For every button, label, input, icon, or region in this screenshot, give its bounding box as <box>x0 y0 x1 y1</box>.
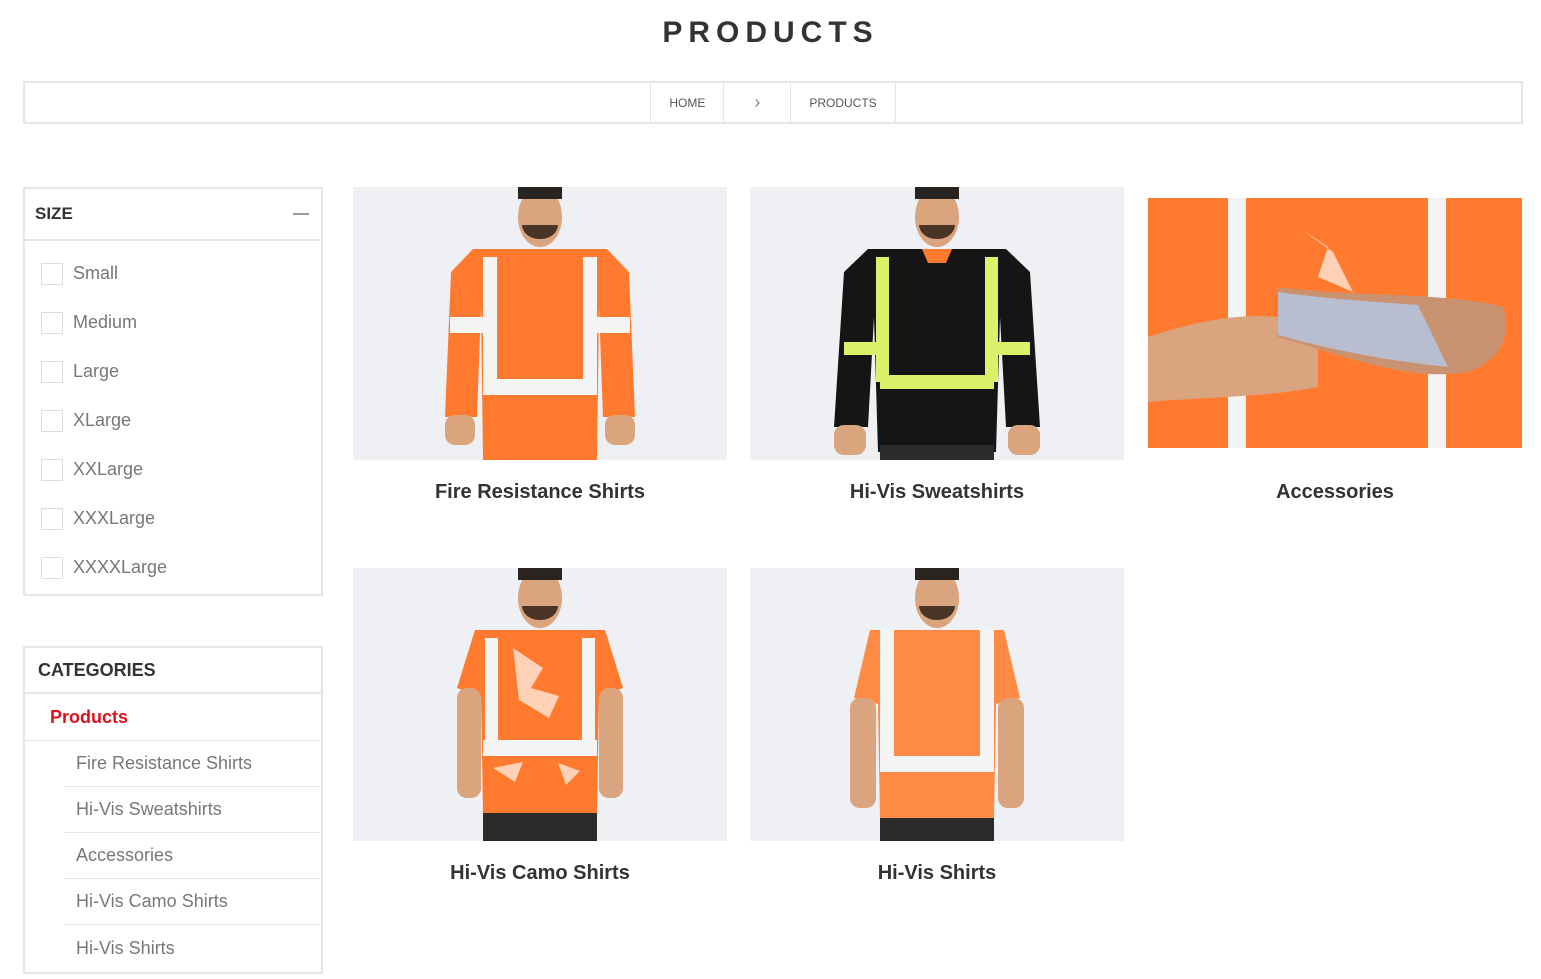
product-image[interactable] <box>750 568 1124 841</box>
size-option-medium[interactable]: Medium <box>25 298 321 347</box>
page-title: PRODUCTS <box>662 16 879 49</box>
product-card-hi-vis-camo-shirts[interactable]: Hi-Vis Camo Shirts <box>353 568 727 884</box>
orange-long-sleeve-shirt-icon <box>353 187 727 460</box>
size-option-xxlarge[interactable]: XXLarge <box>25 445 321 494</box>
size-option-label: XXXXLarge <box>73 557 168 577</box>
size-option-xxxxlarge[interactable]: XXXXLarge <box>25 543 321 592</box>
size-filter-heading: SIZE <box>35 204 73 223</box>
category-item-fire-resistance-shirts[interactable]: Fire Resistance Shirts <box>64 741 321 787</box>
size-filter-panel: SIZE Small Medium Large XLarge XXLarge X… <box>23 187 323 596</box>
size-checkbox[interactable] <box>41 262 63 285</box>
orange-camo-shirt-icon <box>353 568 727 841</box>
size-option-label: Small <box>73 263 119 283</box>
category-sublist: Fire Resistance Shirts Hi-Vis Sweatshirt… <box>64 741 321 971</box>
size-option-small[interactable]: Small <box>25 249 321 298</box>
size-option-label: XXLarge <box>73 459 144 479</box>
orange-short-sleeve-shirt-icon <box>750 568 1124 841</box>
size-option-label: XXXLarge <box>73 508 156 528</box>
category-products-link[interactable]: Products <box>25 694 321 741</box>
black-hi-vis-sweatshirt-icon <box>750 187 1124 460</box>
product-image[interactable] <box>750 187 1124 460</box>
categories-heading: CATEGORIES <box>25 648 321 694</box>
chevron-right-icon: › <box>754 92 761 112</box>
product-card-hi-vis-sweatshirts[interactable]: Hi-Vis Sweatshirts <box>750 187 1124 503</box>
product-image[interactable] <box>1148 187 1522 460</box>
product-image[interactable] <box>353 187 727 460</box>
product-name[interactable]: Hi-Vis Shirts <box>750 862 1124 885</box>
size-checkbox[interactable] <box>41 458 63 481</box>
arm-sleeve-accessory-icon <box>1148 187 1522 460</box>
product-card-accessories[interactable]: Accessories <box>1148 187 1522 503</box>
size-filter-header[interactable]: SIZE <box>25 189 321 241</box>
category-item-hi-vis-shirts[interactable]: Hi-Vis Shirts <box>64 925 321 971</box>
size-option-xlarge[interactable]: XLarge <box>25 396 321 445</box>
breadcrumb-current[interactable]: PRODUCTS <box>790 83 896 122</box>
size-checkbox[interactable] <box>41 360 63 383</box>
breadcrumb-home-link[interactable]: HOME <box>650 83 723 122</box>
size-checkbox[interactable] <box>41 507 63 530</box>
product-name[interactable]: Fire Resistance Shirts <box>353 481 727 504</box>
category-item-hi-vis-sweatshirts[interactable]: Hi-Vis Sweatshirts <box>64 787 321 833</box>
product-card-hi-vis-shirts[interactable]: Hi-Vis Shirts <box>750 568 1124 884</box>
size-option-large[interactable]: Large <box>25 347 321 396</box>
size-option-label: Medium <box>73 312 138 332</box>
category-item-accessories[interactable]: Accessories <box>64 833 321 879</box>
breadcrumb-separator-chevron-icon: › <box>723 83 790 122</box>
product-image[interactable] <box>353 568 727 841</box>
size-option-xxxlarge[interactable]: XXXLarge <box>25 494 321 543</box>
size-checkbox[interactable] <box>41 556 63 579</box>
size-checkbox[interactable] <box>41 311 63 334</box>
collapse-minus-icon[interactable] <box>293 213 309 215</box>
product-name[interactable]: Hi-Vis Sweatshirts <box>750 481 1124 504</box>
size-checkbox[interactable] <box>41 409 63 432</box>
size-option-label: XLarge <box>73 410 132 430</box>
breadcrumb: HOME › PRODUCTS <box>23 81 1523 124</box>
size-option-label: Large <box>73 361 120 381</box>
category-item-hi-vis-camo-shirts[interactable]: Hi-Vis Camo Shirts <box>64 879 321 925</box>
categories-panel: CATEGORIES Products Fire Resistance Shir… <box>23 646 323 974</box>
product-name[interactable]: Hi-Vis Camo Shirts <box>353 862 727 885</box>
product-name[interactable]: Accessories <box>1148 481 1522 504</box>
product-card-fire-resistance-shirts[interactable]: Fire Resistance Shirts <box>353 187 727 503</box>
